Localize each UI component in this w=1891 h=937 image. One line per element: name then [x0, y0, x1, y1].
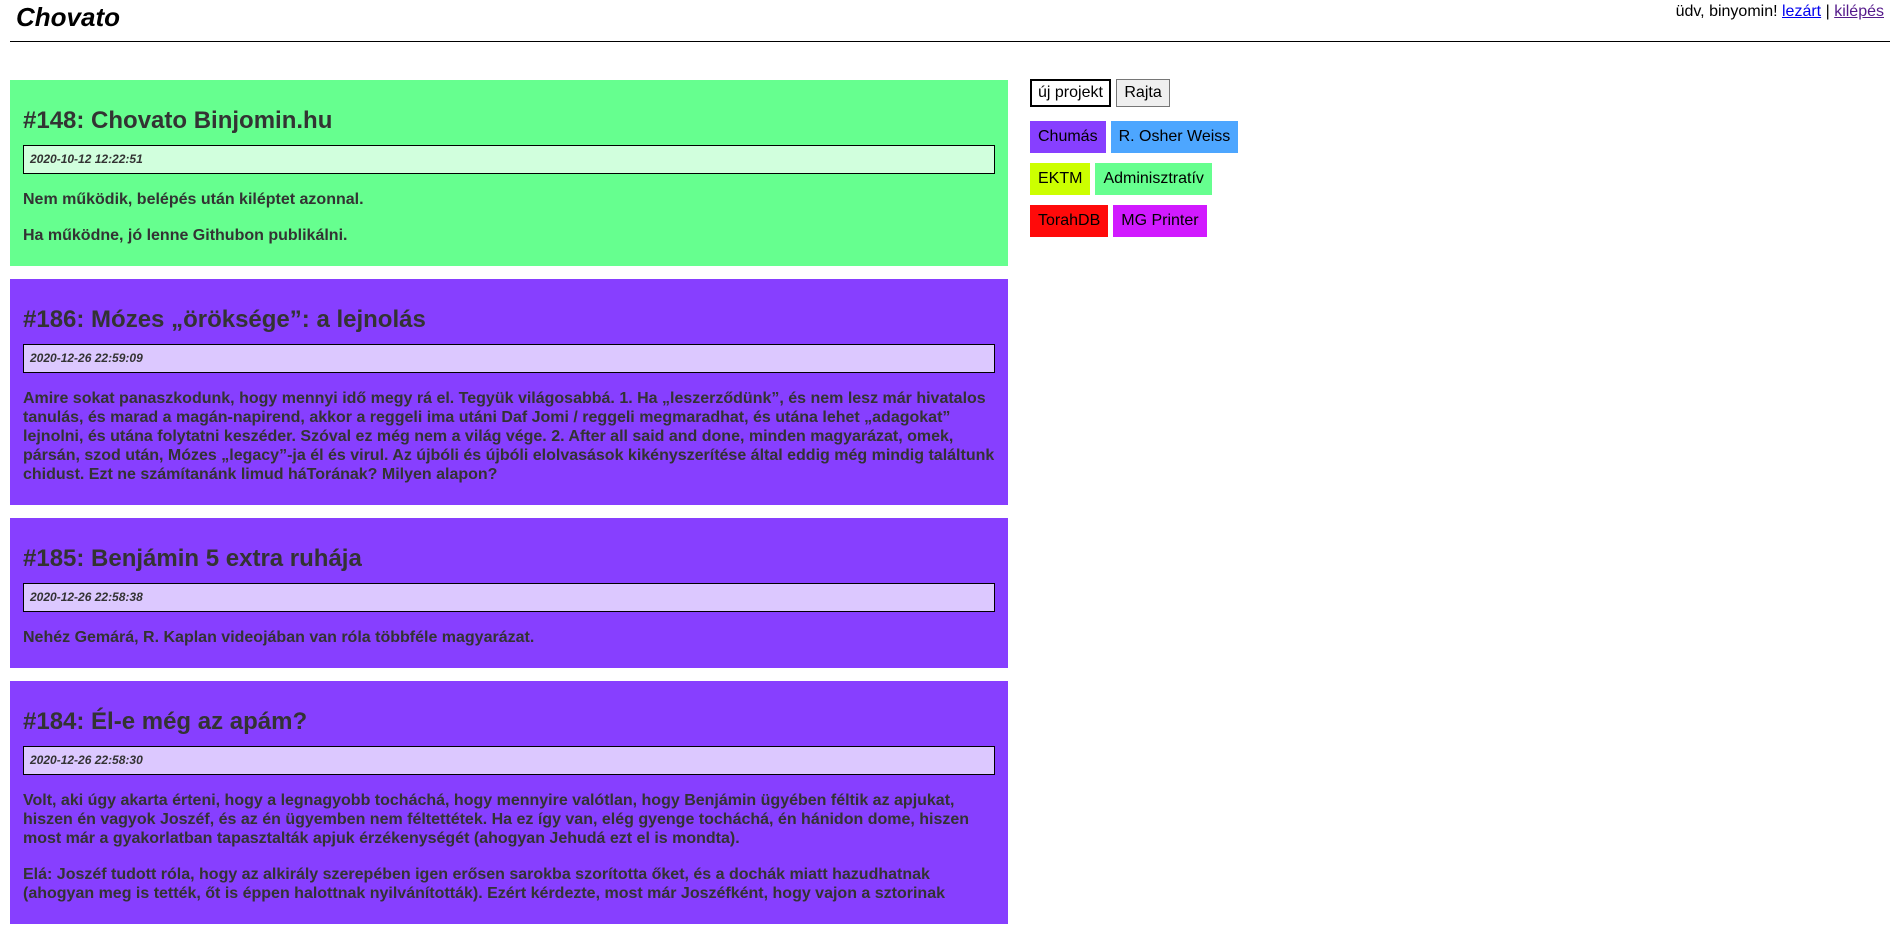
tag-r-osher-weiss[interactable]: R. Osher Weiss [1110, 121, 1239, 153]
new-project-button[interactable]: új projekt [1030, 79, 1111, 107]
issue-date: 2020-10-12 12:22:51 [23, 145, 995, 174]
user-box: üdv, binyomin! lezárt | kilépés [1676, 2, 1884, 21]
issue-card[interactable]: #184: Él-e még az apám? 2020-12-26 22:58… [10, 681, 1008, 924]
tag-torahdb[interactable]: TorahDB [1030, 205, 1109, 237]
issue-text: Elá: Joszéf tudott róla, hogy az alkirál… [23, 866, 945, 902]
issue-date: 2020-12-26 22:59:09 [23, 344, 995, 373]
logout-link[interactable]: kilépés [1834, 3, 1884, 20]
brand-logo[interactable]: Chovato [16, 2, 120, 32]
issue-card[interactable]: #186: Mózes „öröksége”: a lejnolás 2020-… [10, 279, 1008, 505]
tag-chumas[interactable]: Chumás [1030, 121, 1106, 153]
issue-text: Nehéz Gemárá, R. Kaplan videojában van r… [23, 629, 535, 646]
issue-title[interactable]: #186: Mózes „öröksége”: a lejnolás [23, 305, 995, 334]
issue-feed: #148: Chovato Binjomin.hu 2020-10-12 12:… [10, 80, 1008, 937]
closed-link[interactable]: lezárt [1782, 3, 1821, 20]
greeting-text: üdv, binyomin! [1675, 3, 1778, 20]
issue-date: 2020-12-26 22:58:30 [23, 746, 995, 775]
issue-text: Nem működik, belépés után kiléptet azonn… [23, 191, 364, 208]
issue-text: Ha működne, jó lenne Githubon publikálni… [23, 227, 348, 244]
project-tags: Chumás R. Osher Weiss EKTM Adminisztratív … [1030, 121, 1430, 237]
go-button[interactable]: Rajta [1116, 79, 1170, 107]
issue-title[interactable]: #185: Benjámin 5 extra ruhája [23, 544, 995, 573]
issue-card[interactable]: #185: Benjámin 5 extra ruhája 2020-12-26… [10, 518, 1008, 668]
sidebar: új projekt Rajta Chumás R. Osher Weiss EK… [1030, 79, 1430, 247]
tag-adminisztrativ[interactable]: Adminisztratív [1095, 163, 1212, 195]
issue-card[interactable]: #148: Chovato Binjomin.hu 2020-10-12 12:… [10, 80, 1008, 266]
tag-ektm[interactable]: EKTM [1030, 163, 1091, 195]
issue-text: Volt, aki úgy akarta érteni, hogy a legn… [23, 792, 970, 847]
separator: | [1825, 3, 1830, 20]
issue-title[interactable]: #148: Chovato Binjomin.hu [23, 106, 995, 135]
top-bar: Chovato üdv, binyomin! lezárt | kilépés [10, 0, 1890, 42]
issue-title[interactable]: #184: Él-e még az apám? [23, 707, 995, 736]
issue-date: 2020-12-26 22:58:38 [23, 583, 995, 612]
tag-mg-printer[interactable]: MG Printer [1113, 205, 1207, 237]
project-buttons: új projekt Rajta [1030, 79, 1430, 108]
issue-text: Amire sokat panaszkodunk, hogy mennyi id… [23, 390, 995, 483]
